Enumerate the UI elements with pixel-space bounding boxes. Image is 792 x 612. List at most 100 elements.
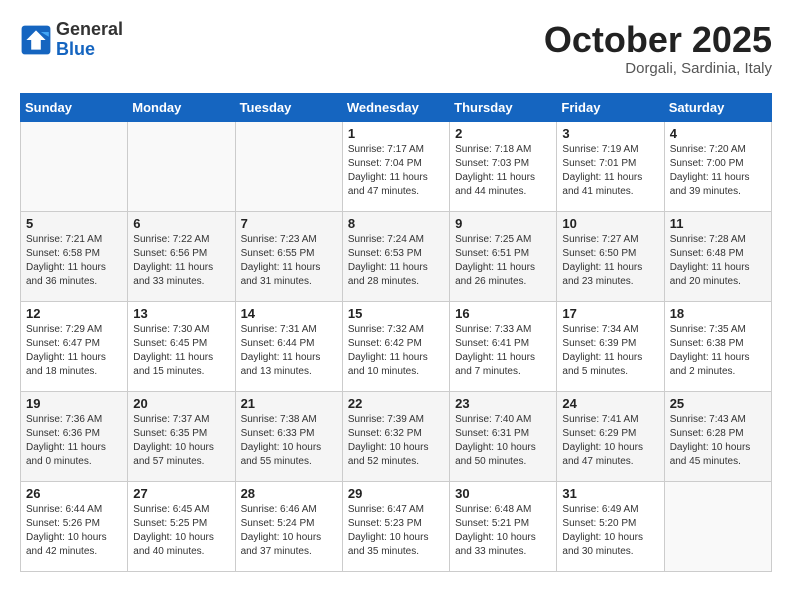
day-info: Sunrise: 7:19 AM Sunset: 7:01 PM Dayligh… [562,143,658,199]
day-number: 4 [670,126,766,141]
day-number: 11 [670,216,766,231]
day-number: 13 [133,306,229,321]
calendar-week-3: 12Sunrise: 7:29 AM Sunset: 6:47 PM Dayli… [21,301,772,391]
day-number: 9 [455,216,551,231]
calendar-cell: 28 Sunrise: 6:46 AM Sunset: 5:24 PM Dayli… [235,481,342,571]
calendar-cell: 4 Sunrise: 7:20 AM Sunset: 7:00 PM Daylig… [664,121,771,211]
calendar-week-2: 5Sunrise: 7:21 AM Sunset: 6:58 PM Daylig… [21,211,772,301]
calendar-cell: 29 Sunrise: 6:47 AM Sunset: 5:23 PM Dayli… [342,481,449,571]
day-info: Sunrise: 7:35 AM Sunset: 6:38 PM Dayligh… [670,323,766,379]
day-number: 29 [348,486,444,501]
logo-icon [20,24,52,56]
day-number: 17 [562,306,658,321]
day-number: 10 [562,216,658,231]
day-info: Sunrise: 7:40 AM Sunset: 6:31 PM Dayligh… [455,413,551,469]
day-number: 12 [26,306,122,321]
day-number: 22 [348,396,444,411]
day-info: Sunrise: 7:17 AM Sunset: 7:04 PM Dayligh… [348,143,444,199]
day-number: 30 [455,486,551,501]
day-number: 20 [133,396,229,411]
day-info: Sunrise: 7:20 AM Sunset: 7:00 PM Dayligh… [670,143,766,199]
day-info: Sunrise: 7:22 AM Sunset: 6:56 PM Dayligh… [133,233,229,289]
calendar-cell: 9 Sunrise: 7:25 AM Sunset: 6:51 PM Daylig… [450,211,557,301]
header-saturday: Saturday [664,93,771,121]
header-tuesday: Tuesday [235,93,342,121]
day-number: 28 [241,486,337,501]
day-info: Sunrise: 7:28 AM Sunset: 6:48 PM Dayligh… [670,233,766,289]
header-thursday: Thursday [450,93,557,121]
calendar-cell: 25 Sunrise: 7:43 AM Sunset: 6:28 PM Dayli… [664,391,771,481]
day-number: 26 [26,486,122,501]
day-number: 7 [241,216,337,231]
calendar-cell [235,121,342,211]
calendar-cell: 13 Sunrise: 7:30 AM Sunset: 6:45 PM Dayli… [128,301,235,391]
calendar-cell: 20 Sunrise: 7:37 AM Sunset: 6:35 PM Dayli… [128,391,235,481]
calendar-cell: 21 Sunrise: 7:38 AM Sunset: 6:33 PM Dayli… [235,391,342,481]
calendar-cell: 15Sunrise: 7:32 AM Sunset: 6:42 PM Dayli… [342,301,449,391]
day-number: 1 [348,126,444,141]
calendar-cell: 19Sunrise: 7:36 AM Sunset: 6:36 PM Dayli… [21,391,128,481]
calendar-cell: 6 Sunrise: 7:22 AM Sunset: 6:56 PM Daylig… [128,211,235,301]
day-info: Sunrise: 7:25 AM Sunset: 6:51 PM Dayligh… [455,233,551,289]
day-number: 23 [455,396,551,411]
calendar-week-1: 1 Sunrise: 7:17 AM Sunset: 7:04 PM Daylig… [21,121,772,211]
calendar-cell [664,481,771,571]
day-info: Sunrise: 6:48 AM Sunset: 5:21 PM Dayligh… [455,503,551,559]
header-wednesday: Wednesday [342,93,449,121]
calendar-cell: 22 Sunrise: 7:39 AM Sunset: 6:32 PM Dayli… [342,391,449,481]
day-number: 15 [348,306,444,321]
calendar-cell: 30 Sunrise: 6:48 AM Sunset: 5:21 PM Dayli… [450,481,557,571]
title-block: October 2025 Dorgali, Sardinia, Italy [544,20,772,77]
day-number: 31 [562,486,658,501]
header-monday: Monday [128,93,235,121]
day-info: Sunrise: 7:34 AM Sunset: 6:39 PM Dayligh… [562,323,658,379]
calendar-cell: 16 Sunrise: 7:33 AM Sunset: 6:41 PM Dayli… [450,301,557,391]
location: Dorgali, Sardinia, Italy [544,60,772,77]
day-info: Sunrise: 7:18 AM Sunset: 7:03 PM Dayligh… [455,143,551,199]
logo-general: General [56,20,123,40]
day-number: 27 [133,486,229,501]
calendar-week-5: 26 Sunrise: 6:44 AM Sunset: 5:26 PM Dayli… [21,481,772,571]
calendar-cell: 5Sunrise: 7:21 AM Sunset: 6:58 PM Daylig… [21,211,128,301]
day-info: Sunrise: 7:39 AM Sunset: 6:32 PM Dayligh… [348,413,444,469]
day-info: Sunrise: 7:33 AM Sunset: 6:41 PM Dayligh… [455,323,551,379]
day-number: 3 [562,126,658,141]
calendar-header-row: SundayMondayTuesdayWednesdayThursdayFrid… [21,93,772,121]
day-number: 25 [670,396,766,411]
calendar-cell: 17 Sunrise: 7:34 AM Sunset: 6:39 PM Dayli… [557,301,664,391]
calendar-cell: 14 Sunrise: 7:31 AM Sunset: 6:44 PM Dayli… [235,301,342,391]
day-number: 6 [133,216,229,231]
day-info: Sunrise: 7:37 AM Sunset: 6:35 PM Dayligh… [133,413,229,469]
header-sunday: Sunday [21,93,128,121]
day-number: 24 [562,396,658,411]
day-info: Sunrise: 6:46 AM Sunset: 5:24 PM Dayligh… [241,503,337,559]
month-title: October 2025 [544,20,772,60]
calendar-cell: 12Sunrise: 7:29 AM Sunset: 6:47 PM Dayli… [21,301,128,391]
day-info: Sunrise: 6:47 AM Sunset: 5:23 PM Dayligh… [348,503,444,559]
day-info: Sunrise: 7:38 AM Sunset: 6:33 PM Dayligh… [241,413,337,469]
page-header: General Blue October 2025 Dorgali, Sardi… [20,20,772,77]
calendar-cell [21,121,128,211]
logo: General Blue [20,20,123,60]
day-info: Sunrise: 7:43 AM Sunset: 6:28 PM Dayligh… [670,413,766,469]
day-number: 5 [26,216,122,231]
calendar-table: SundayMondayTuesdayWednesdayThursdayFrid… [20,93,772,572]
calendar-cell: 8Sunrise: 7:24 AM Sunset: 6:53 PM Daylig… [342,211,449,301]
calendar-cell: 7Sunrise: 7:23 AM Sunset: 6:55 PM Daylig… [235,211,342,301]
day-number: 14 [241,306,337,321]
day-info: Sunrise: 7:31 AM Sunset: 6:44 PM Dayligh… [241,323,337,379]
day-info: Sunrise: 6:44 AM Sunset: 5:26 PM Dayligh… [26,503,122,559]
day-info: Sunrise: 6:49 AM Sunset: 5:20 PM Dayligh… [562,503,658,559]
calendar-cell: 10Sunrise: 7:27 AM Sunset: 6:50 PM Dayli… [557,211,664,301]
day-info: Sunrise: 7:24 AM Sunset: 6:53 PM Dayligh… [348,233,444,289]
day-info: Sunrise: 7:36 AM Sunset: 6:36 PM Dayligh… [26,413,122,469]
logo-blue: Blue [56,40,123,60]
day-number: 2 [455,126,551,141]
calendar-cell: 23 Sunrise: 7:40 AM Sunset: 6:31 PM Dayli… [450,391,557,481]
day-info: Sunrise: 7:41 AM Sunset: 6:29 PM Dayligh… [562,413,658,469]
calendar-cell [128,121,235,211]
day-info: Sunrise: 7:30 AM Sunset: 6:45 PM Dayligh… [133,323,229,379]
day-number: 16 [455,306,551,321]
calendar-cell: 31 Sunrise: 6:49 AM Sunset: 5:20 PM Dayli… [557,481,664,571]
day-number: 21 [241,396,337,411]
